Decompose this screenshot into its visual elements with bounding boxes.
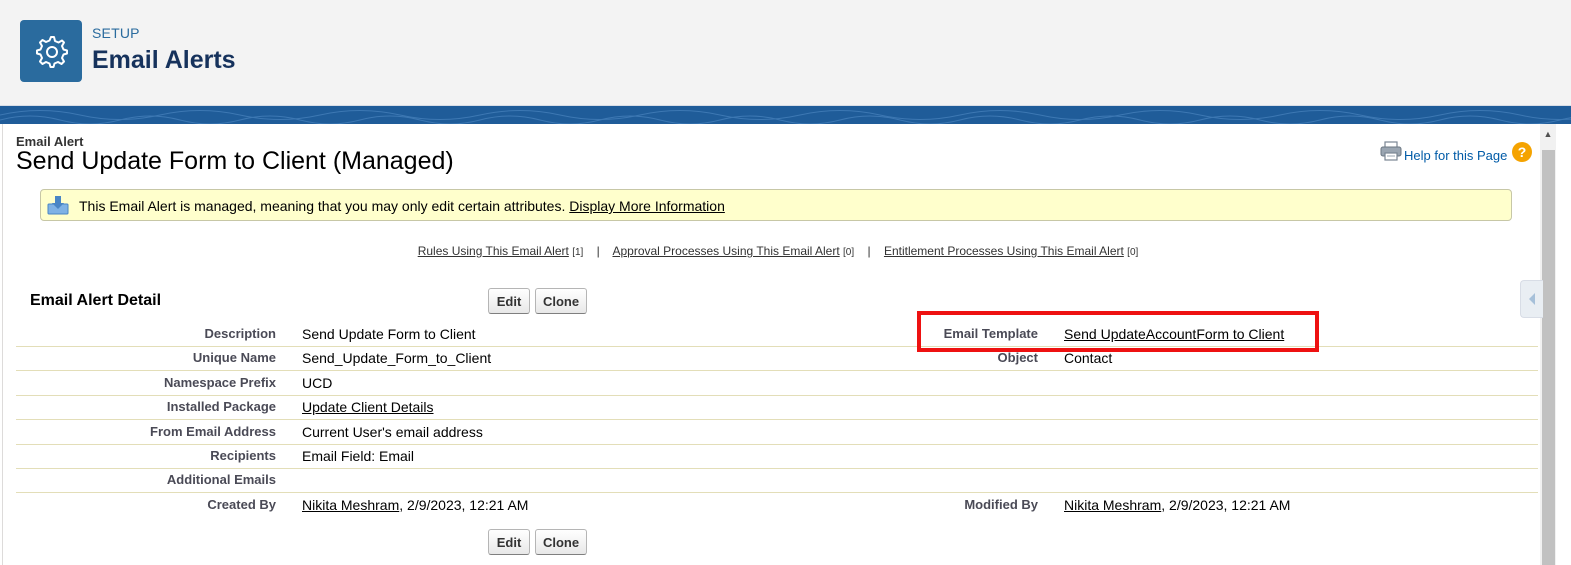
field-value: Email Field: Email — [302, 448, 415, 464]
gear-icon — [20, 20, 82, 82]
modified-by-user-link[interactable]: Nikita Meshram — [1064, 497, 1161, 513]
related-links: Rules Using This Email Alert [1] | Appro… — [0, 244, 1556, 258]
scrollbar-thumb[interactable] — [1542, 150, 1555, 565]
field-label: Object — [997, 350, 1038, 365]
entitlement-processes-link[interactable]: Entitlement Processes Using This Email A… — [884, 244, 1124, 258]
edit-button-bottom[interactable]: Edit — [488, 529, 530, 555]
approval-processes-link[interactable]: Approval Processes Using This Email Aler… — [612, 244, 839, 258]
field-value: Current User's email address — [302, 424, 483, 440]
approval-count: [0] — [843, 247, 855, 258]
separator: | — [596, 244, 600, 258]
field-value: UCD — [302, 375, 333, 391]
help-question-icon[interactable]: ? — [1512, 142, 1532, 162]
detail-row: Created By Nikita Meshram, 2/9/2023, 12:… — [16, 493, 1538, 517]
managed-info-box: This Email Alert is managed, meaning tha… — [40, 189, 1512, 221]
modified-by-date: , 2/9/2023, 12:21 AM — [1161, 497, 1291, 513]
created-by-user-link[interactable]: Nikita Meshram — [302, 497, 399, 513]
help-area: Help for this Page — [1380, 138, 1507, 163]
entitlement-count: [0] — [1127, 247, 1139, 258]
field-label: Created By — [207, 497, 276, 512]
field-label: Additional Emails — [166, 472, 276, 487]
separator: | — [867, 244, 871, 258]
clone-button-bottom[interactable]: Clone — [535, 529, 587, 555]
field-label: Namespace Prefix — [163, 375, 276, 390]
rules-using-alert-link[interactable]: Rules Using This Email Alert — [418, 244, 569, 258]
display-more-info-link[interactable]: Display More Information — [569, 198, 725, 214]
setup-title: Email Alerts — [92, 46, 236, 74]
setup-eyebrow: SETUP — [92, 25, 140, 41]
field-label: Unique Name — [192, 350, 276, 365]
rules-count: [1] — [572, 247, 584, 258]
created-by-value: Nikita Meshram, 2/9/2023, 12:21 AM — [302, 497, 528, 513]
modified-by-value: Nikita Meshram, 2/9/2023, 12:21 AM — [1064, 497, 1290, 513]
page-title: Send Update Form to Client (Managed) — [16, 147, 454, 175]
download-package-icon — [47, 196, 69, 215]
managed-info-text: This Email Alert is managed, meaning tha… — [79, 198, 725, 214]
help-link[interactable]: Help for this Page — [1404, 148, 1507, 163]
field-label: Description — [204, 326, 276, 341]
field-label: Recipients — [210, 448, 276, 463]
setup-header: SETUP Email Alerts — [0, 0, 1571, 106]
detail-row: Installed Package Update Client Details — [16, 395, 1538, 420]
scroll-up-arrow-icon[interactable]: ▲ — [1540, 126, 1556, 142]
printer-icon[interactable] — [1380, 140, 1402, 161]
detail-row: From Email Address Current User's email … — [16, 420, 1538, 445]
field-value: Contact — [1064, 350, 1113, 366]
detail-row: Additional Emails — [16, 468, 1538, 493]
side-panel-toggle[interactable] — [1520, 280, 1543, 318]
section-title: Email Alert Detail — [30, 292, 162, 309]
field-value: Send_Update_Form_to_Client — [302, 350, 492, 366]
installed-package-link[interactable]: Update Client Details — [302, 399, 434, 415]
managed-info-message: This Email Alert is managed, meaning tha… — [79, 198, 566, 214]
header-band — [0, 106, 1571, 124]
field-label: Installed Package — [166, 399, 276, 414]
edit-button[interactable]: Edit — [488, 288, 530, 314]
field-value: Send Update Form to Client — [302, 326, 476, 342]
chevron-left-icon — [1529, 293, 1535, 305]
created-by-date: , 2/9/2023, 12:21 AM — [399, 497, 529, 513]
clone-button[interactable]: Clone — [535, 288, 587, 314]
detail-row: Recipients Email Field: Email — [16, 444, 1538, 469]
detail-row: Namespace Prefix UCD — [16, 371, 1538, 396]
field-label: Modified By — [964, 497, 1038, 512]
email-template-highlight — [917, 311, 1319, 352]
field-label: From Email Address — [150, 424, 276, 439]
